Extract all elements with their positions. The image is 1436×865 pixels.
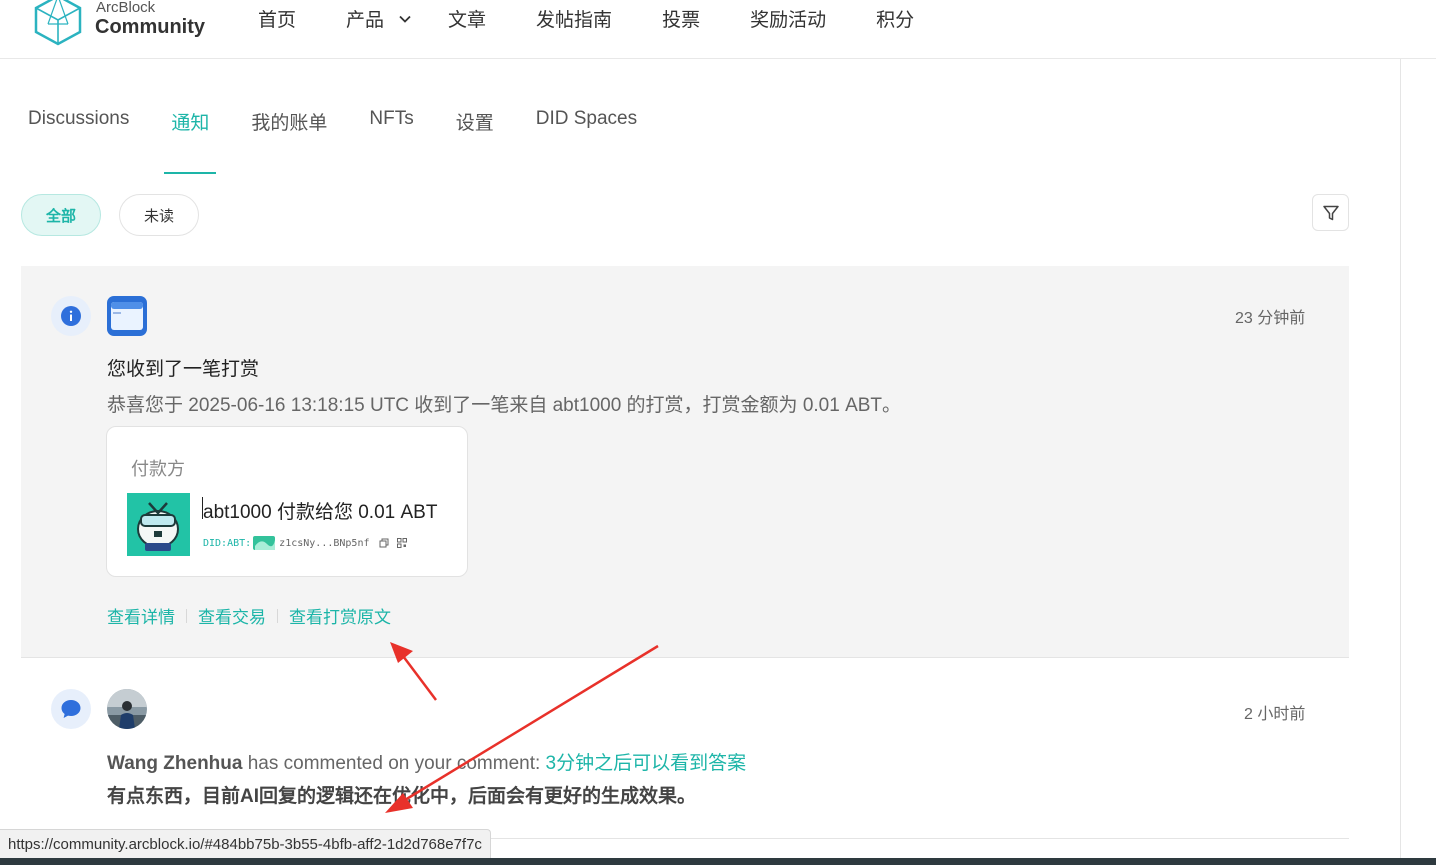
comment-target-link[interactable]: 3分钟之后可以看到答案 [546,753,747,774]
right-divider [1400,59,1401,865]
copy-icon[interactable] [379,538,389,548]
tab-did-spaces[interactable]: DID Spaces [536,108,637,174]
link-divider [277,608,278,623]
wallet-app-icon [107,296,147,336]
comment-badge [51,689,91,729]
tab-notifications[interactable]: 通知 [164,108,217,174]
payer-summary: abt1000 付款给您 0.01 ABT [203,502,438,523]
info-badge [51,296,91,336]
view-transaction-link[interactable]: 查看交易 [198,603,266,628]
link-divider [186,608,187,623]
main-nav: 首页 产品 文章 发帖指南 投票 奖励活动 积分 [258,5,964,32]
info-icon [61,306,81,326]
robot-avatar[interactable] [127,493,190,556]
nav-points[interactable]: 积分 [876,5,914,32]
nav-vote[interactable]: 投票 [662,5,700,32]
notification-comment[interactable]: 2 小时前 Wang Zhenhua has commented on your… [21,659,1349,839]
nav-products-label: 产品 [346,10,385,31]
payer-label: 付款方 [131,459,185,479]
payer-did: DID:ABT: z1csNy...BNp5nf [203,536,408,550]
notification-tip[interactable]: 23 分钟前 您收到了一笔打赏 恭喜您于 2025-06-16 13:18:15… [21,266,1349,658]
status-url-bar: https://community.arcblock.io/#484bb75b-… [0,829,491,859]
logo-text-arcblock: ArcBlock [96,0,156,16]
notification-title: 您收到了一笔打赏 [107,359,260,380]
nav-rewards[interactable]: 奖励活动 [750,5,826,32]
filter-button[interactable] [1312,194,1349,231]
avatar-photo [107,689,147,729]
user-avatar[interactable] [107,689,147,729]
funnel-icon [1322,205,1339,220]
comment-body: 有点东西，目前AI回复的逻辑还在优化中，后面会有更好的生成效果。 [107,786,697,807]
view-tip-source-link[interactable]: 查看打赏原文 [289,603,391,628]
payer-card: 付款方 abt1000 付款给您 0.01 ABT DID:ABT: z1csN… [106,426,468,577]
comment-author[interactable]: Wang Zhenhua [107,753,242,774]
tab-my-bills[interactable]: 我的账单 [251,108,327,174]
comment-headline: Wang Zhenhua has commented on your comme… [107,748,746,775]
nav-articles[interactable]: 文章 [448,5,486,32]
qrcode-icon[interactable] [397,538,408,548]
chat-bubble-icon [61,700,81,718]
notification-actions: 查看详情 查看交易 查看打赏原文 [107,603,391,628]
tab-settings[interactable]: 设置 [456,108,494,174]
logo-text-community: Community [95,16,205,38]
profile-tabs: Discussions 通知 我的账单 NFTs 设置 DID Spaces [28,108,679,174]
nav-products[interactable]: 产品 [346,5,412,32]
view-details-link[interactable]: 查看详情 [107,603,175,628]
notification-description: 恭喜您于 2025-06-16 13:18:15 UTC 收到了一笔来自 abt… [107,395,902,416]
did-prefix: DID:ABT: [203,537,252,549]
did-address[interactable]: z1csNy...BNp5nf [279,538,369,549]
comment-action: has commented on your comment: [242,753,546,774]
filter-all-chip[interactable]: 全部 [21,194,101,236]
did-identicon [253,536,276,550]
nav-posting-guide[interactable]: 发帖指南 [536,5,612,32]
bottom-strip [0,858,1436,865]
notification-time: 23 分钟前 [1235,310,1306,327]
top-header: ArcBlock Community 首页 产品 文章 发帖指南 投票 奖励活动… [0,0,1436,59]
tab-discussions[interactable]: Discussions [28,108,129,174]
notification-time: 2 小时前 [1244,706,1306,723]
filter-unread-chip[interactable]: 未读 [119,194,199,236]
arcblock-logo[interactable] [32,0,84,46]
tab-nfts[interactable]: NFTs [369,108,413,174]
chevron-down-icon [399,15,411,23]
nav-home[interactable]: 首页 [258,5,296,32]
